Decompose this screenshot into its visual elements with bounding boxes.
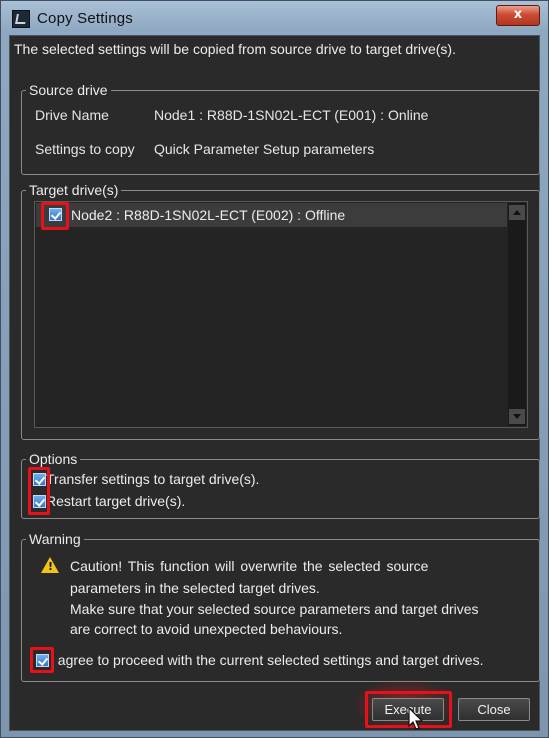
close-button[interactable]: Close (458, 698, 530, 721)
warning-triangle-icon: ! (41, 557, 59, 573)
agree-checkbox-highlight (30, 647, 54, 673)
drive-name-value: Node1 : R88D-1SN02L-ECT (E001) : Online (154, 107, 429, 123)
intro-text: The selected settings will be copied fro… (14, 41, 456, 57)
options-legend: Options (26, 450, 81, 468)
warning-line-4: are correct to avoid unexpected behaviou… (70, 621, 343, 637)
transfer-settings-label[interactable]: Transfer settings to target drive(s). (46, 471, 259, 487)
scroll-down-icon[interactable] (509, 409, 525, 424)
options-checkbox-highlight (28, 467, 50, 515)
copy-settings-window: Copy Settings x The selected settings wi… (0, 0, 549, 738)
source-drive-group: Source drive (21, 81, 540, 175)
target-drive-list[interactable]: Node2 : R88D-1SN02L-ECT (E002) : Offline (34, 201, 528, 428)
warning-line-1: Caution! This function will overwrite th… (70, 558, 429, 574)
restart-drive-label[interactable]: Restart target drive(s). (46, 493, 185, 509)
agree-label[interactable]: I agree to proceed with the current sele… (50, 652, 483, 668)
window-close-button[interactable]: x (496, 5, 540, 26)
settings-to-copy-value: Quick Parameter Setup parameters (154, 141, 375, 157)
list-item[interactable]: Node2 : R88D-1SN02L-ECT (E002) : Offline (36, 203, 507, 227)
drive-name-label: Drive Name (35, 107, 109, 123)
warning-legend: Warning (26, 530, 84, 548)
warning-line-2: parameters in the selected target drives… (70, 580, 320, 596)
target-checkbox-highlight (41, 202, 69, 230)
warning-line-3: Make sure that your selected source para… (70, 601, 479, 617)
options-group: Options (21, 450, 540, 519)
scroll-up-icon[interactable] (509, 205, 525, 220)
target-drive-label: Node2 : R88D-1SN02L-ECT (E002) : Offline (71, 207, 346, 223)
source-drive-legend: Source drive (26, 81, 111, 99)
mouse-cursor-icon (408, 707, 424, 730)
app-icon (12, 10, 30, 28)
target-drives-legend: Target drive(s) (26, 181, 122, 199)
window-title: Copy Settings (37, 10, 133, 27)
list-scrollbar[interactable] (508, 203, 526, 426)
settings-to-copy-label: Settings to copy (35, 141, 135, 157)
title-bar[interactable]: Copy Settings x (1, 1, 548, 35)
